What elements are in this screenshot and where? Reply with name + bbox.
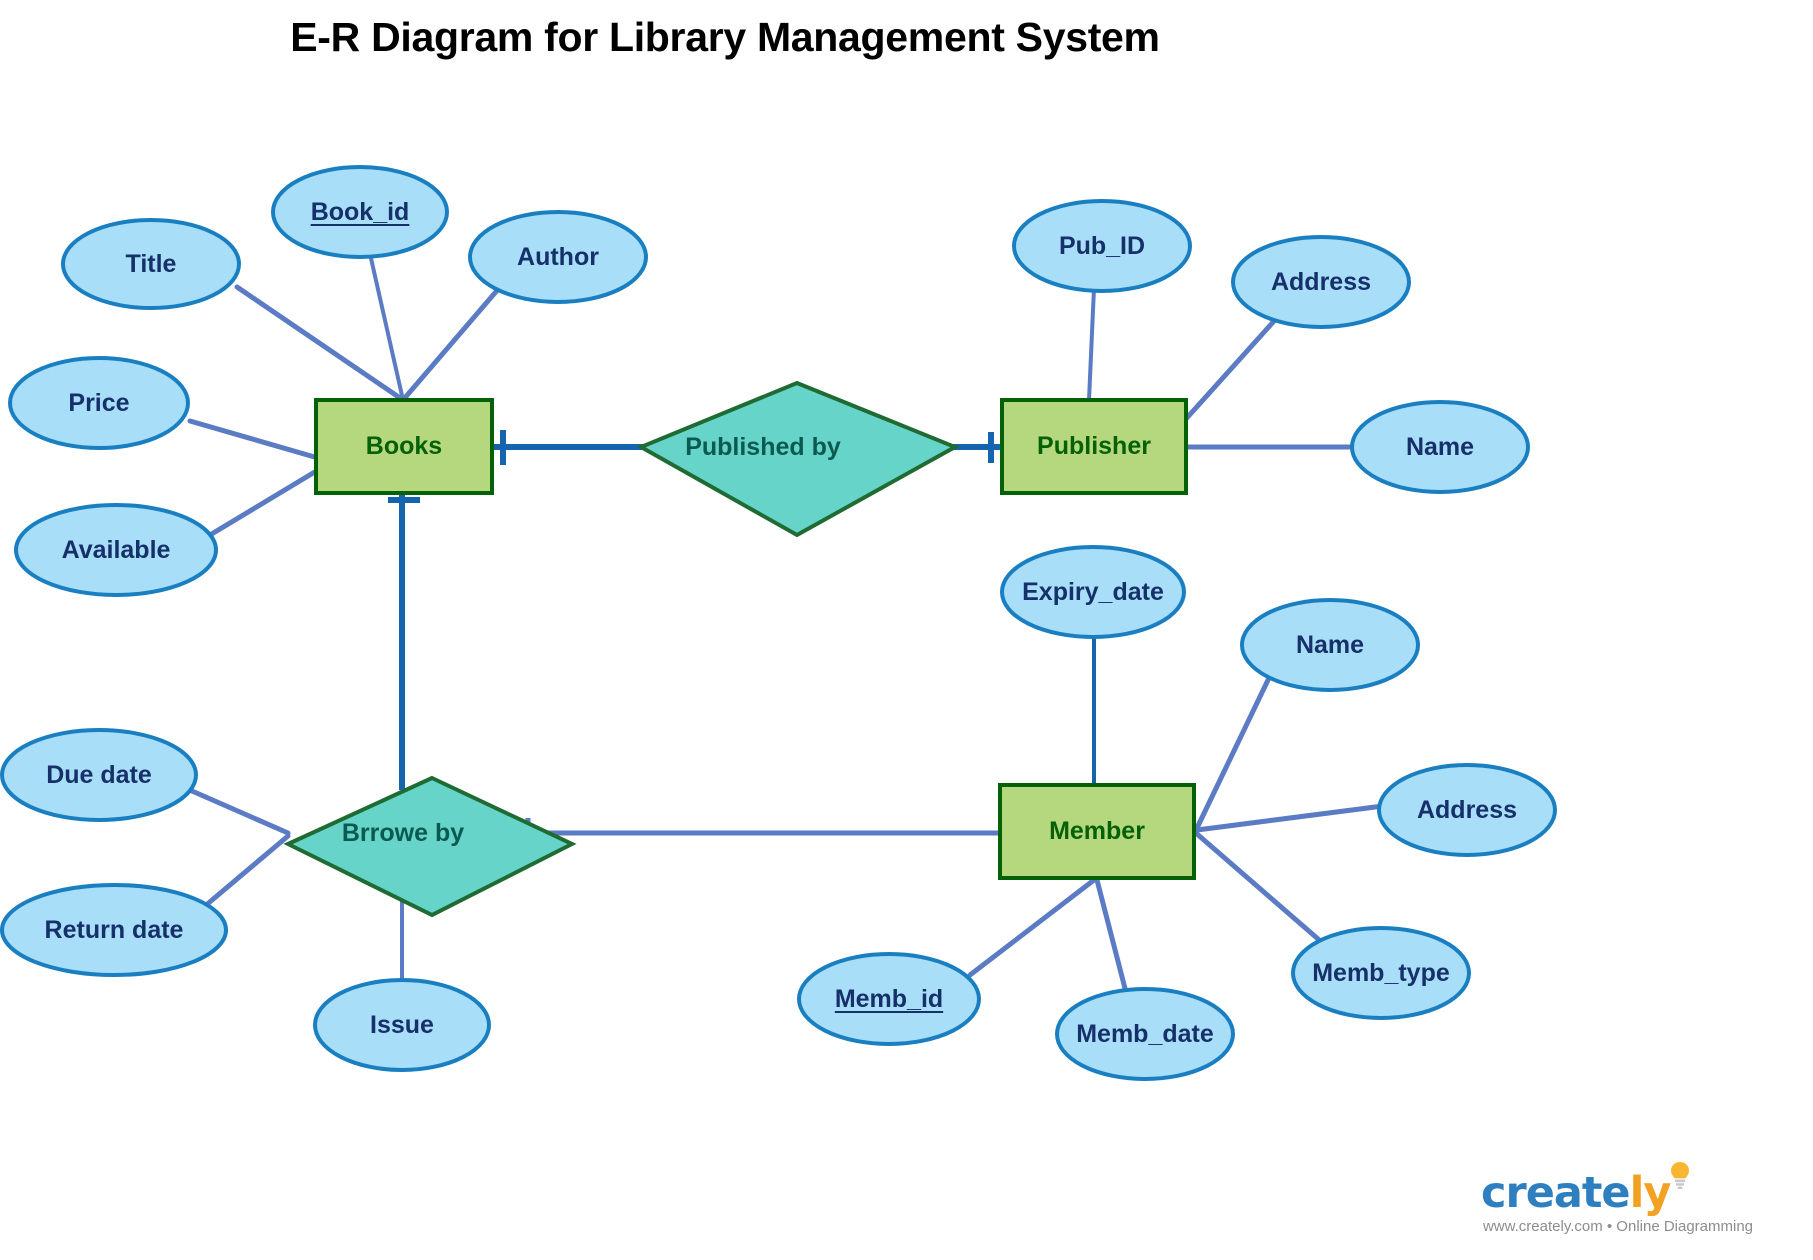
creately-tagline: www.creately.com • Online Diagramming — [1482, 1218, 1754, 1235]
relationship-diamond-brrowe-by — [283, 775, 577, 918]
attribute-ellipse-return_date — [0, 883, 228, 977]
attribute-ellipse-price — [8, 356, 190, 450]
attribute-links — [187, 243, 1386, 1003]
entity-rect-books — [314, 398, 494, 495]
attribute-ellipse-mem_address — [1377, 763, 1557, 857]
attribute-ellipse-memb_type — [1291, 926, 1471, 1020]
link-title-books — [234, 284, 406, 403]
er-diagram-canvas: E-R Diagram for Library Management Syste… — [0, 0, 1813, 1260]
entity-rect-publisher — [1000, 398, 1188, 495]
link-pubid-publisher — [1087, 286, 1096, 402]
link-duedate-brrowe — [189, 788, 291, 836]
attribute-ellipse-due_date — [0, 728, 198, 822]
attribute-ellipse-mem_name — [1240, 598, 1420, 692]
link-available-books — [202, 467, 321, 541]
link-membtype-member — [1194, 831, 1328, 948]
creately-brand-primary: create — [1481, 1168, 1631, 1218]
attribute-ellipse-pub_name — [1350, 400, 1530, 494]
lightbulb-icon — [1671, 1162, 1689, 1189]
attribute-ellipse-pub_address — [1231, 235, 1411, 329]
attribute-ellipse-title — [61, 218, 241, 310]
link-returndate-brrowe — [202, 833, 291, 909]
attribute-ellipse-memb_id — [797, 952, 981, 1046]
entity-rect-member — [998, 783, 1196, 880]
attribute-ellipse-pub_id — [1012, 199, 1192, 293]
link-address-publisher — [1182, 317, 1278, 423]
link-membid-member — [967, 877, 1097, 978]
link-price-books — [187, 418, 321, 461]
link-membdate-member — [1094, 877, 1131, 1003]
link-name-member — [1194, 677, 1271, 831]
diagram-shapes — [0, 165, 1557, 1081]
attribute-ellipse-expiry_date — [1000, 545, 1186, 639]
link-author-books — [400, 284, 503, 403]
attribute-ellipse-memb_date — [1055, 987, 1235, 1081]
creately-wordmark: creately — [1481, 1168, 1672, 1218]
link-address-member — [1194, 803, 1386, 833]
creately-brand-accent: ly — [1629, 1168, 1672, 1218]
attribute-shapes — [0, 165, 1557, 1081]
creately-watermark: creately www.creately.com • Online Diagr… — [1443, 1162, 1793, 1248]
attribute-ellipse-issue — [313, 978, 491, 1072]
attribute-ellipse-book_id — [271, 165, 449, 259]
attribute-ellipse-available — [14, 503, 218, 597]
relationship-diamond-published-by — [636, 380, 960, 538]
attribute-ellipse-author — [468, 210, 648, 304]
